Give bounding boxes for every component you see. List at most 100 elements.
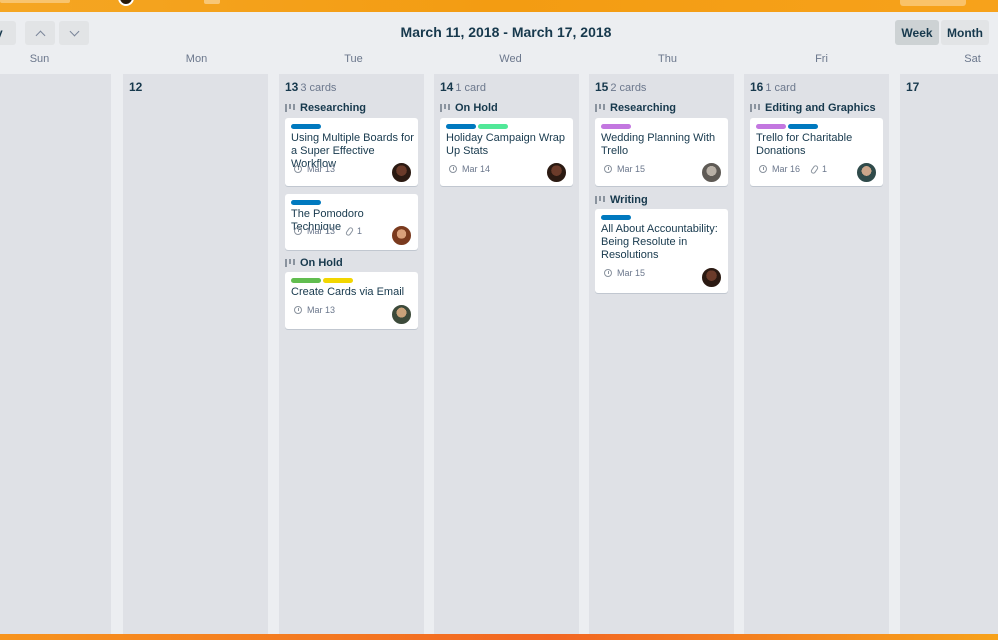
header-nav-stub[interactable] <box>0 0 70 3</box>
card-due-date: Mar 15 <box>617 268 646 278</box>
card-title: Create Cards via Email <box>291 286 405 298</box>
card-count: 1 card <box>455 82 486 94</box>
day-number: 15 <box>595 80 609 94</box>
card-badges: Mar 15 <box>604 268 645 278</box>
day-of-week-sun: Sun <box>29 53 50 65</box>
member-avatar[interactable] <box>391 225 412 246</box>
top-header-bar <box>0 0 998 12</box>
member-avatar[interactable] <box>856 162 877 183</box>
card[interactable]: Holiday Campaign Wrap Up Stats Mar 14 <box>440 118 573 186</box>
card[interactable]: Create Cards via Email Mar 13 <box>285 272 418 329</box>
clock-icon <box>449 165 457 173</box>
card-count: 3 cards <box>300 82 337 94</box>
day-column-thu[interactable]: 15 2 cards Researching Wedding Planning W… <box>589 74 734 634</box>
card-title: Wedding Planning With Trello <box>601 132 716 157</box>
card-label-blue <box>446 124 476 129</box>
card[interactable]: Wedding Planning With Trello Mar 15 <box>595 118 728 186</box>
card-labels <box>291 124 321 129</box>
card-labels <box>291 200 321 205</box>
card-labels <box>601 124 631 129</box>
member-avatar[interactable] <box>391 162 412 183</box>
day-number: 17 <box>906 80 920 94</box>
list-header: Writing <box>595 194 648 206</box>
card-badges: Mar 15 <box>604 164 645 174</box>
day-of-week-tue: Tue <box>344 53 363 65</box>
clock-icon <box>294 227 302 235</box>
day-header: 13 3 cards <box>285 80 336 94</box>
day-header: 16 1 card <box>750 80 796 94</box>
month-view-button[interactable]: Month <box>941 20 989 45</box>
list-header: Editing and Graphics <box>750 102 876 114</box>
board-logo-icon[interactable] <box>118 0 134 6</box>
card-due-date: Mar 14 <box>462 164 491 174</box>
list-name: Researching <box>300 102 367 114</box>
day-header: 15 2 cards <box>595 80 646 94</box>
list-icon <box>750 104 760 112</box>
clock-icon <box>604 165 612 173</box>
day-of-week-mon: Mon <box>185 53 208 65</box>
list-name: Writing <box>610 194 648 206</box>
day-number: 13 <box>285 80 299 94</box>
list-icon <box>285 259 295 267</box>
list-header: On Hold <box>285 257 343 269</box>
card-label-green <box>291 278 321 283</box>
list-name: On Hold <box>455 102 498 114</box>
list-name: Editing and Graphics <box>765 102 876 114</box>
card[interactable]: All About Accountability: Being Resolute… <box>595 209 728 293</box>
list-header: Researching <box>285 102 366 114</box>
list-icon <box>595 104 605 112</box>
member-avatar[interactable] <box>391 304 412 325</box>
day-column-sun[interactable] <box>0 74 111 634</box>
day-column-fri[interactable]: 16 1 card Editing and Graphics Trello for… <box>744 74 889 634</box>
header-button[interactable] <box>900 0 966 6</box>
card-label-lime <box>478 124 508 129</box>
list-name: Researching <box>610 102 677 114</box>
card[interactable]: Trello for Charitable Donations Mar 16 1 <box>750 118 883 186</box>
card-badges: Mar 14 <box>449 164 490 174</box>
member-avatar[interactable] <box>701 267 722 288</box>
card-count: 1 card <box>765 82 796 94</box>
paperclip-icon <box>809 163 820 175</box>
day-column-wed[interactable]: 14 1 card On Hold Holiday Campaign Wrap U… <box>434 74 579 634</box>
card-labels <box>756 124 818 129</box>
day-header: 12 <box>129 80 142 94</box>
card-badges: Mar 16 1 <box>759 163 828 175</box>
header-icon-stub[interactable] <box>204 0 220 4</box>
list-header: On Hold <box>440 102 498 114</box>
day-number: 14 <box>440 80 454 94</box>
card-due-date: Mar 16 <box>772 164 801 174</box>
day-column-sat[interactable]: 17 <box>900 74 998 634</box>
clock-icon <box>759 165 767 173</box>
card-badges: Mar 13 1 <box>294 225 363 237</box>
list-icon <box>440 104 450 112</box>
card-label-purple <box>756 124 786 129</box>
day-number: 12 <box>129 80 143 94</box>
attachment-count: 1 <box>357 226 363 236</box>
day-of-week-thu: Thu <box>658 53 677 65</box>
card[interactable]: The Pomodoro Technique Mar 13 1 <box>285 194 418 250</box>
list-icon <box>595 196 605 204</box>
day-column-tue[interactable]: 13 3 cards Researching Using Multiple Boa… <box>279 74 424 634</box>
member-avatar[interactable] <box>701 162 722 183</box>
card-title: Trello for Charitable Donations <box>756 132 853 157</box>
card-count: 2 cards <box>610 82 647 94</box>
day-of-week-sat: Sat <box>964 53 981 65</box>
card-title: All About Accountability: Being Resolute… <box>601 223 718 261</box>
card-labels <box>291 278 353 283</box>
card[interactable]: Using Multiple Boards for a Super Effect… <box>285 118 418 186</box>
week-view-button[interactable]: Week <box>895 20 939 45</box>
day-of-week-wed: Wed <box>499 53 522 65</box>
clock-icon <box>294 165 302 173</box>
card-title: Holiday Campaign Wrap Up Stats <box>446 132 566 157</box>
day-header: 17 <box>906 80 919 94</box>
attachment-count: 1 <box>822 164 828 174</box>
card-due-date: Mar 13 <box>307 164 336 174</box>
list-header: Researching <box>595 102 676 114</box>
card-label-blue <box>788 124 818 129</box>
card-due-date: Mar 13 <box>307 305 336 315</box>
date-range-title: March 11, 2018 - March 17, 2018 <box>400 24 612 40</box>
day-column-mon[interactable]: 12 <box>123 74 268 634</box>
member-avatar[interactable] <box>546 162 567 183</box>
card-label-yellow <box>323 278 353 283</box>
card-due-date: Mar 15 <box>617 164 646 174</box>
